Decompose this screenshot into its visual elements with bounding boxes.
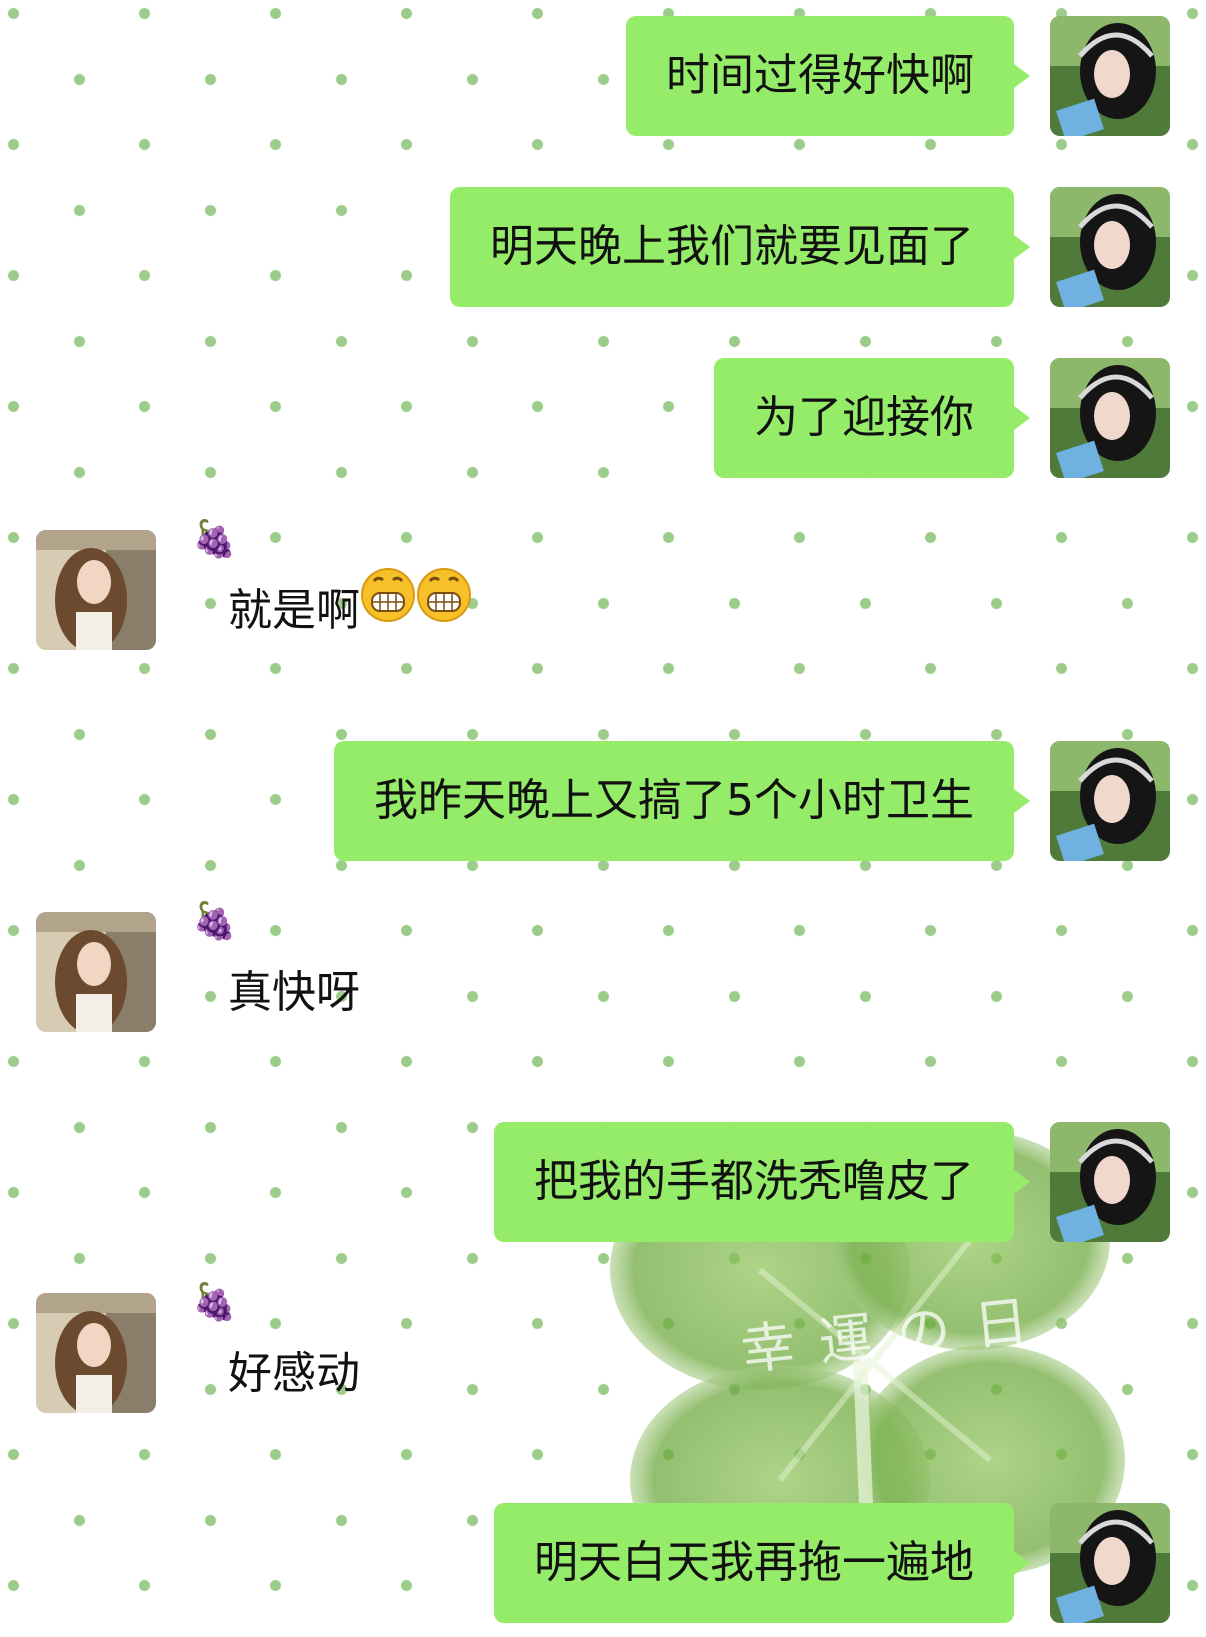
contact-avatar[interactable] <box>36 912 156 1032</box>
avatar-image <box>1050 741 1170 861</box>
contact-nickname: 🍇 <box>192 1282 237 1323</box>
message-text: 就是啊 <box>228 585 360 636</box>
contact-nickname: 🍇 <box>192 519 237 560</box>
my-avatar[interactable] <box>1050 187 1170 307</box>
message-bubble-sent[interactable]: 明天晚上我们就要见面了 <box>450 187 1030 307</box>
avatar-image <box>1050 1503 1170 1623</box>
my-avatar[interactable] <box>1050 1122 1170 1242</box>
avatar-image <box>36 912 156 1032</box>
message-bubble-sent[interactable]: 我昨天晚上又搞了5个小时卫生 <box>334 741 1030 861</box>
my-avatar[interactable] <box>1050 16 1170 136</box>
avatar-image <box>1050 187 1170 307</box>
grin-emoji <box>360 564 416 654</box>
grin-emoji <box>416 564 472 654</box>
contact-nickname: 🍇 <box>192 901 237 942</box>
message-bubble-sent[interactable]: 时间过得好快啊 <box>626 16 1030 136</box>
message-bubble-sent[interactable]: 为了迎接你 <box>714 358 1030 478</box>
avatar-image <box>1050 16 1170 136</box>
avatar-image <box>1050 1122 1170 1242</box>
contact-avatar[interactable] <box>36 1293 156 1413</box>
avatar-image <box>1050 358 1170 478</box>
avatar-image <box>36 530 156 650</box>
avatar-image <box>36 1293 156 1413</box>
my-avatar[interactable] <box>1050 741 1170 861</box>
my-avatar[interactable] <box>1050 358 1170 478</box>
chat-window: 幸運の日 时间过得好快啊 明天晚上我们就要见面了 为了迎接你 🍇 就是啊 我昨天… <box>0 0 1206 1637</box>
contact-avatar[interactable] <box>36 530 156 650</box>
message-bubble-sent[interactable]: 明天白天我再拖一遍地 <box>494 1503 1030 1623</box>
message-bubble-received[interactable]: 好感动 <box>192 1329 396 1419</box>
message-bubble-received[interactable]: 就是啊 <box>192 566 508 656</box>
message-bubble-sent[interactable]: 把我的手都洗秃噜皮了 <box>494 1122 1030 1242</box>
message-bubble-received[interactable]: 真快呀 <box>192 948 396 1038</box>
my-avatar[interactable] <box>1050 1503 1170 1623</box>
